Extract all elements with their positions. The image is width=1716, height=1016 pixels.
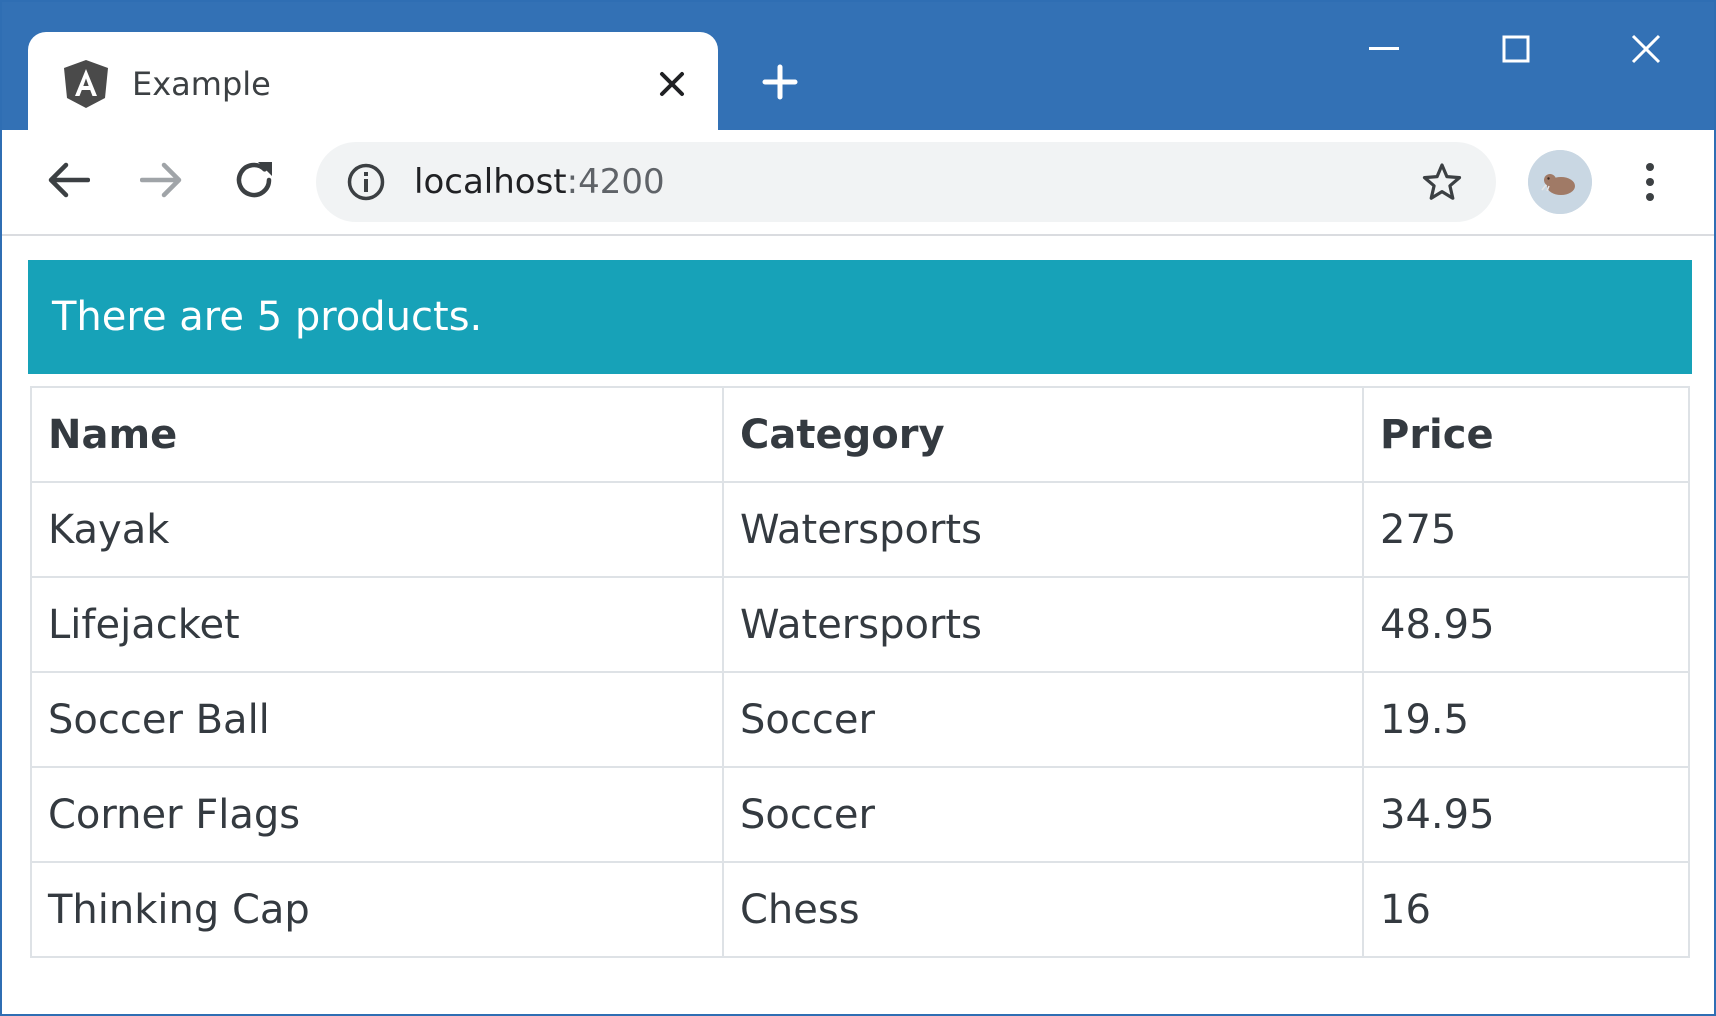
cell-name: Lifejacket — [30, 576, 724, 673]
url-text[interactable]: localhost:4200 — [414, 158, 1314, 206]
cell-category: Watersports — [722, 576, 1364, 673]
column-header-category: Category — [722, 386, 1364, 483]
tab-title: Example — [132, 65, 271, 103]
cell-price: 19.5 — [1362, 671, 1690, 768]
browser-window: Example localhost:4200 There are 5 produ… — [0, 0, 1716, 1016]
cell-category: Watersports — [722, 481, 1364, 578]
back-arrow-icon[interactable] — [40, 152, 96, 208]
minimize-icon[interactable] — [1354, 24, 1414, 74]
more-menu-icon[interactable] — [1626, 152, 1674, 212]
table-header-row: Name Category Price — [30, 386, 1690, 483]
table-row: Soccer Ball Soccer 19.5 — [30, 671, 1690, 768]
cell-name: Kayak — [30, 481, 724, 578]
url-port: :4200 — [566, 162, 665, 202]
cell-name: Corner Flags — [30, 766, 724, 863]
browser-toolbar: localhost:4200 — [2, 130, 1714, 236]
table-row: Thinking Cap Chess 16 — [30, 861, 1690, 958]
cell-price: 275 — [1362, 481, 1690, 578]
url-host: localhost — [414, 162, 567, 202]
site-info-icon[interactable] — [344, 160, 388, 204]
product-count-banner: There are 5 products. — [28, 260, 1692, 374]
page-content: There are 5 products. Name Category Pric… — [2, 238, 1714, 1014]
reload-icon[interactable] — [226, 152, 282, 208]
angular-logo-icon — [62, 58, 110, 110]
new-tab-plus-icon[interactable] — [754, 56, 806, 108]
cell-name: Thinking Cap — [30, 861, 724, 958]
title-bar: Example — [2, 2, 1714, 134]
cell-category: Soccer — [722, 766, 1364, 863]
browser-tab[interactable]: Example — [28, 32, 718, 134]
table-row: Kayak Watersports 275 — [30, 481, 1690, 578]
table-row: Corner Flags Soccer 34.95 — [30, 766, 1690, 863]
address-bar[interactable]: localhost:4200 — [316, 142, 1496, 222]
column-header-price: Price — [1362, 386, 1690, 483]
cell-price: 34.95 — [1362, 766, 1690, 863]
profile-avatar[interactable] — [1528, 150, 1592, 214]
cell-price: 16 — [1362, 861, 1690, 958]
column-header-name: Name — [30, 386, 724, 483]
products-table: Name Category Price Kayak Watersports 27… — [30, 386, 1690, 958]
bookmark-star-icon[interactable] — [1418, 158, 1466, 206]
cell-category: Chess — [722, 861, 1364, 958]
cell-price: 48.95 — [1362, 576, 1690, 673]
close-tab-icon[interactable] — [650, 62, 694, 106]
forward-arrow-icon[interactable] — [134, 152, 190, 208]
cell-name: Soccer Ball — [30, 671, 724, 768]
maximize-icon[interactable] — [1486, 24, 1546, 74]
close-window-icon[interactable] — [1616, 24, 1676, 74]
table-row: Lifejacket Watersports 48.95 — [30, 576, 1690, 673]
cell-category: Soccer — [722, 671, 1364, 768]
